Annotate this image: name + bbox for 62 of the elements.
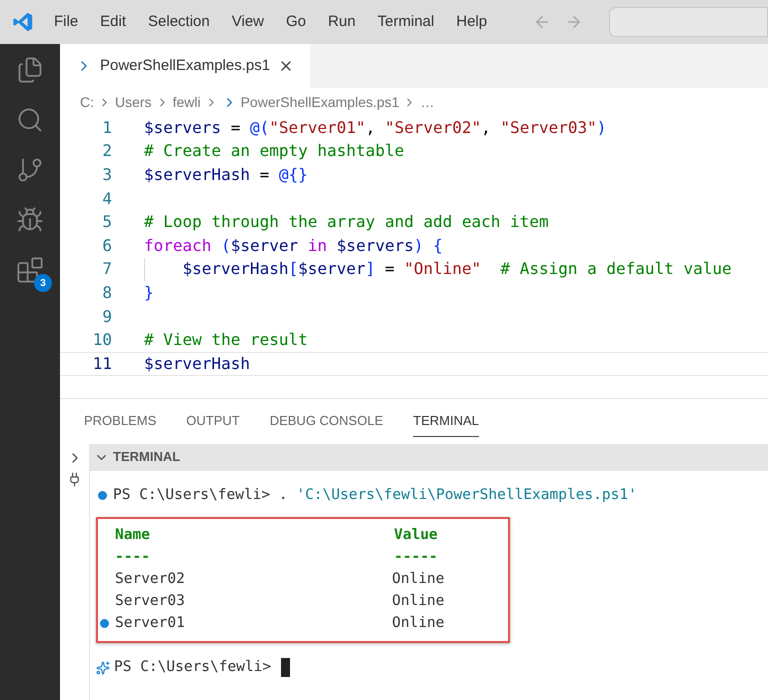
line-number: 4 bbox=[101, 188, 112, 210]
header-underline: ---- bbox=[115, 548, 151, 567]
code-line: $servers = @("Server01", "Server02", "Server03") bbox=[144, 116, 606, 139]
menu-item[interactable]: View bbox=[232, 10, 264, 34]
source-control-icon[interactable] bbox=[16, 156, 44, 184]
menu-item[interactable]: Terminal bbox=[378, 10, 434, 34]
panel-tab[interactable]: OUTPUT bbox=[186, 404, 240, 438]
files-icon[interactable] bbox=[16, 56, 44, 84]
line-number: 9 bbox=[101, 306, 112, 328]
menu-item[interactable]: File bbox=[54, 10, 78, 34]
table-cell-text: Server02 bbox=[115, 570, 186, 589]
code-line: # Loop through the array and add each item bbox=[144, 211, 549, 234]
terminal-command: PS C:\Users\fewli> . 'C:\Users\fewli\PowerShellExamples.ps1' bbox=[113, 486, 637, 505]
breadcrumb-item[interactable]: C: bbox=[80, 92, 94, 112]
tab-label: PowerShellExamples.ps1 bbox=[100, 56, 270, 76]
menu-item[interactable]: Help bbox=[456, 10, 488, 34]
code-line: # Create an empty hashtable bbox=[144, 140, 404, 162]
table-cell-text: Online bbox=[392, 592, 444, 611]
column-header: Value bbox=[394, 526, 438, 545]
header-underline: ----- bbox=[394, 548, 438, 567]
terminal-prompt: PS C:\Users\fewli> bbox=[114, 658, 272, 677]
line-number: 6 bbox=[101, 234, 112, 257]
line-number: 3 bbox=[101, 164, 112, 186]
line-number: 2 bbox=[101, 140, 112, 162]
terminal-title: TERMINAL bbox=[113, 448, 180, 466]
breadcrumb-item[interactable]: Users bbox=[115, 92, 152, 112]
code-line: foreach ($server in $servers) { bbox=[144, 234, 443, 257]
editor-logo-icon bbox=[12, 11, 34, 33]
line-number: 10 bbox=[92, 329, 112, 352]
table-cell-text: Online bbox=[392, 614, 444, 633]
breadcrumb-item[interactable]: PowerShellExamples.ps1 bbox=[240, 92, 400, 112]
code-line: } bbox=[144, 282, 154, 304]
count-badge: 3 bbox=[34, 274, 52, 292]
breadcrumb-item[interactable]: … bbox=[420, 92, 434, 112]
code-line: $serverHash = @{} bbox=[144, 164, 308, 186]
code-line: $serverHash bbox=[144, 352, 250, 375]
table-cell-text: Server01 bbox=[115, 614, 186, 633]
line-number: 7 bbox=[101, 258, 112, 280]
plug-icon[interactable] bbox=[67, 472, 82, 487]
editor-tab[interactable]: PowerShellExamples.ps1 bbox=[60, 44, 310, 88]
panel-tab[interactable]: DEBUG CONSOLE bbox=[270, 404, 384, 438]
code-line: # View the result bbox=[144, 329, 308, 352]
line-number: 1 bbox=[101, 116, 112, 139]
menu-item[interactable]: Go bbox=[286, 10, 306, 34]
search-icon[interactable] bbox=[16, 106, 44, 134]
breadcrumb-item[interactable]: fewli bbox=[172, 92, 201, 112]
text-cursor bbox=[281, 658, 290, 678]
debug-icon[interactable] bbox=[16, 206, 44, 234]
panel-tab[interactable]: TERMINAL bbox=[413, 404, 479, 438]
search-field[interactable] bbox=[609, 7, 768, 37]
sparkle-icon bbox=[96, 660, 110, 675]
menu-item[interactable]: Selection bbox=[148, 10, 210, 34]
table-cell-text: Online bbox=[392, 570, 444, 589]
line-number: 11 bbox=[92, 352, 112, 375]
panel-tab[interactable]: PROBLEMS bbox=[84, 404, 156, 438]
line-number: 5 bbox=[101, 211, 112, 234]
table-cell-text: Server03 bbox=[115, 592, 186, 611]
code-line: $serverHash[$server] = "Online" # Assign a default value bbox=[182, 258, 732, 280]
menu-item[interactable]: Run bbox=[328, 10, 356, 34]
column-header: Name bbox=[115, 526, 151, 545]
line-number: 8 bbox=[101, 282, 112, 304]
menu-item[interactable]: Edit bbox=[100, 10, 126, 34]
